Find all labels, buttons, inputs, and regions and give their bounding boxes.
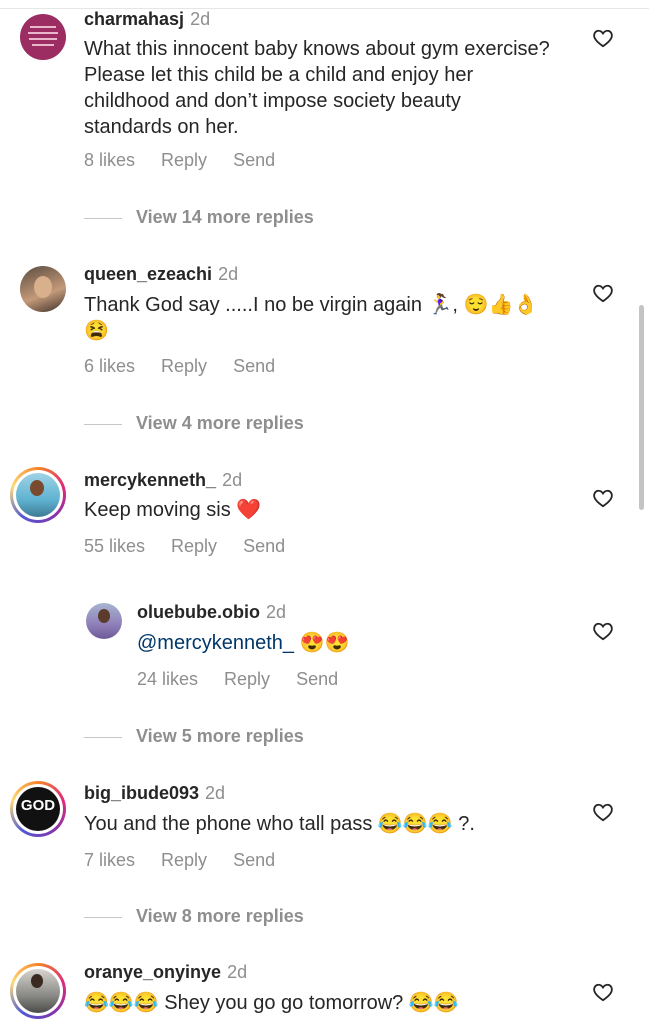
comment-username[interactable]: oranye_onyinye 2d [84, 962, 247, 983]
comment-username[interactable]: charmahasj 2d [84, 9, 210, 30]
avatar-oranye-onyinye[interactable] [10, 963, 66, 1019]
reply-username[interactable]: oluebube.obio 2d [137, 602, 286, 623]
view-more-replies-button[interactable]: View 4 more replies [84, 413, 304, 434]
comment-time: 2d [218, 264, 239, 284]
heart-outline-icon[interactable] [592, 982, 614, 1002]
top-divider [0, 0, 649, 9]
likes-count[interactable]: 6 likes [84, 356, 135, 376]
avatar-charmahasj[interactable] [20, 14, 66, 60]
view-more-replies-button[interactable]: View 5 more replies [84, 726, 304, 747]
mention-link[interactable]: @mercykenneth_ [137, 632, 294, 654]
likes-count[interactable]: 8 likes [84, 150, 135, 170]
reply-button[interactable]: Reply [161, 150, 207, 170]
reply-button[interactable]: Reply [171, 536, 217, 556]
comment-text: Keep moving sis ❤️ [84, 499, 262, 521]
send-button[interactable]: Send [233, 150, 275, 170]
comment-time: 2d [205, 783, 226, 803]
view-more-replies-button[interactable]: View 8 more replies [84, 906, 304, 927]
avatar-mercykenneth[interactable] [10, 467, 66, 523]
likes-count[interactable]: 55 likes [84, 536, 145, 556]
comment-username[interactable]: big_ibude093 2d [84, 783, 225, 804]
heart-outline-icon[interactable] [592, 621, 614, 641]
scrollbar[interactable] [639, 305, 644, 510]
comment-time: 2d [190, 9, 211, 29]
comment-actions: 6 likes Reply Send [84, 356, 301, 377]
reply-time: 2d [266, 602, 287, 622]
avatar-big-ibude093[interactable]: GOD [10, 781, 66, 837]
reply-text: @mercykenneth_ 😍😍 [137, 630, 557, 656]
send-button[interactable]: Send [243, 536, 285, 556]
comment-time: 2d [222, 470, 243, 490]
comment-actions: 55 likes Reply Send [84, 536, 311, 557]
avatar-queen-ezeachi[interactable] [20, 266, 66, 312]
comment-actions: 8 likes Reply Send [84, 150, 301, 171]
avatar-god-text: GOD [20, 797, 56, 814]
heart-outline-icon[interactable] [592, 802, 614, 822]
comment-time: 2d [227, 962, 248, 982]
heart-outline-icon[interactable] [592, 488, 614, 508]
comment-text: 😂😂😂 Shey you go go tomorrow? 😂😂 [84, 992, 459, 1014]
comment-actions: 7 likes Reply Send [84, 850, 301, 871]
comment-username[interactable]: mercykenneth_ 2d [84, 470, 242, 491]
send-button[interactable]: Send [233, 356, 275, 376]
heart-outline-icon[interactable] [592, 283, 614, 303]
send-button[interactable]: Send [233, 850, 275, 870]
comment-username[interactable]: queen_ezeachi 2d [84, 264, 238, 285]
likes-count[interactable]: 7 likes [84, 850, 135, 870]
heart-outline-icon[interactable] [592, 28, 614, 48]
reply-button[interactable]: Reply [224, 669, 270, 689]
reply-actions: 24 likes Reply Send [137, 669, 364, 690]
likes-count[interactable]: 24 likes [137, 669, 198, 689]
comment-text: What this innocent baby knows about gym … [84, 38, 550, 138]
reply-emoji-text: 😍😍 [294, 632, 350, 654]
comment-text: Thank God say .....I no be virgin again … [84, 294, 539, 342]
reply-button[interactable]: Reply [161, 356, 207, 376]
avatar-oluebube-obio[interactable] [86, 603, 122, 639]
send-button[interactable]: Send [296, 669, 338, 689]
reply-button[interactable]: Reply [161, 850, 207, 870]
view-more-replies-button[interactable]: View 14 more replies [84, 207, 314, 228]
comment-text: You and the phone who tall pass 😂😂😂 ?. [84, 813, 475, 835]
